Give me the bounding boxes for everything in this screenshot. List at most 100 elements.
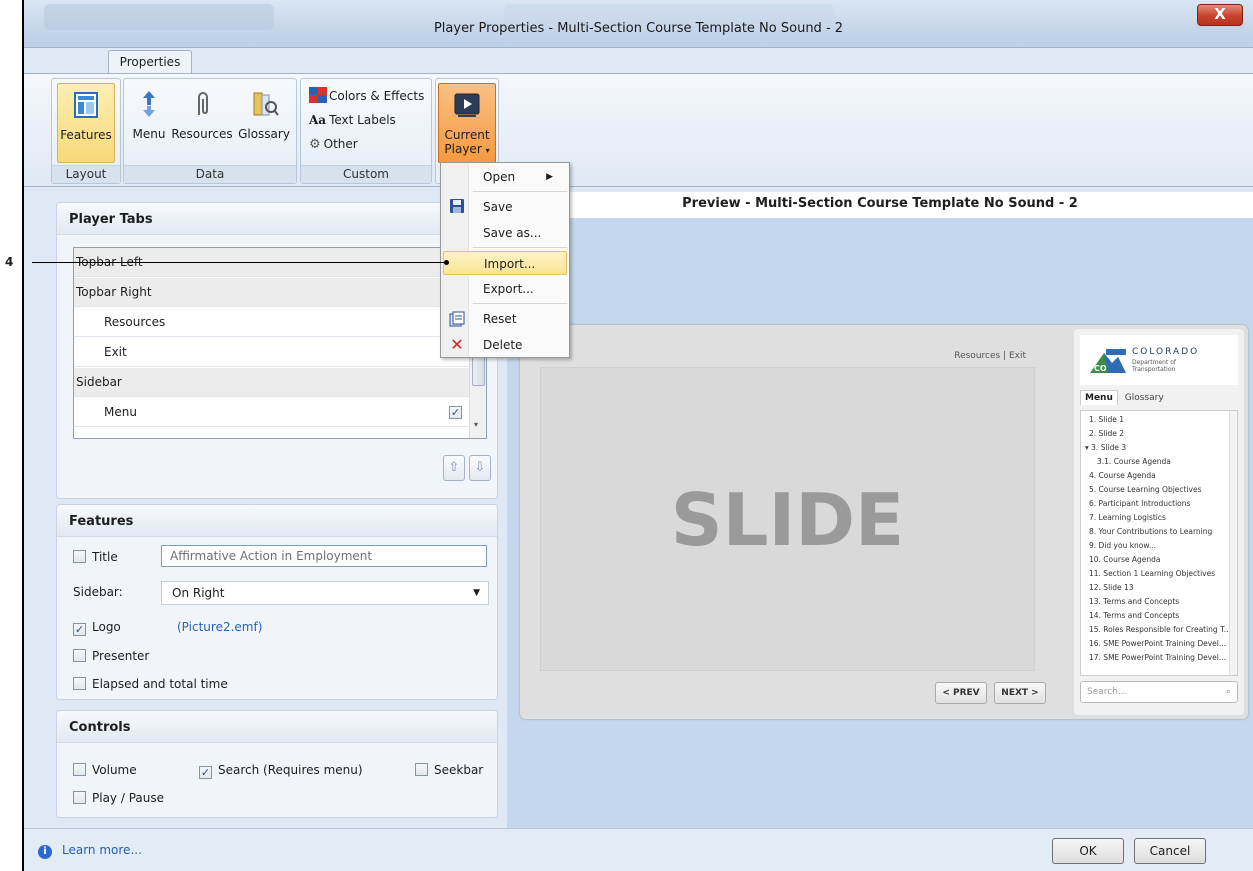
- list-item: 12. Slide 13: [1089, 583, 1134, 592]
- glossary-book-icon: [253, 92, 279, 116]
- logo: CO COLORADO Department of Transportation: [1080, 335, 1238, 385]
- title-checkbox[interactable]: [73, 550, 86, 563]
- menu-arrows-icon: [143, 91, 155, 117]
- play-pause-label: Play / Pause: [92, 791, 164, 805]
- other-button[interactable]: ⚙ Other: [309, 137, 358, 152]
- text-labels-label: Text Labels: [329, 113, 396, 127]
- list-item: 7. Learning Logistics: [1089, 513, 1166, 522]
- seekbar-checkbox-row[interactable]: Seekbar: [415, 763, 483, 777]
- search-checkbox[interactable]: ✓: [199, 766, 212, 779]
- player-preview: Resources | Exit SLIDE < PREV NEXT > CO …: [520, 325, 1248, 719]
- features-button[interactable]: Features: [57, 83, 115, 163]
- features-title: Features: [57, 505, 497, 537]
- play-pause-checkbox-row[interactable]: Play / Pause: [73, 791, 164, 805]
- title-field[interactable]: Affirmative Action in Employment: [161, 545, 487, 567]
- title-label: Title: [92, 550, 118, 564]
- colors-effects-label: Colors & Effects: [329, 89, 425, 103]
- other-label: Other: [323, 137, 358, 151]
- menu-item-reset[interactable]: Reset: [443, 307, 567, 331]
- current-player-label-2: Player ▾: [444, 142, 490, 156]
- list-item: 13. Terms and Concepts: [1089, 597, 1180, 606]
- current-player-menu: Open ▶ Save Save as... Import... Export.…: [440, 162, 570, 358]
- presenter-checkbox-row[interactable]: Presenter: [73, 649, 149, 663]
- glossary-button[interactable]: Glossary: [234, 83, 294, 163]
- search-checkbox-row[interactable]: ✓ Search (Requires menu): [199, 763, 363, 779]
- logo-title: COLORADO: [1132, 347, 1200, 357]
- list-item[interactable]: Resources: [74, 308, 470, 337]
- ribbon-group-data: Menu Resources Glossary Data: [123, 78, 297, 184]
- list-item[interactable]: Sidebar: [74, 368, 470, 397]
- list-item: 10. Course Agenda: [1089, 555, 1161, 564]
- menu-item-save-as[interactable]: Save as...: [443, 221, 567, 245]
- player-menu-tabs: Menu Glossary: [1080, 390, 1168, 405]
- search-label: Search (Requires menu): [218, 763, 363, 777]
- list-item[interactable]: Menu ✓: [74, 398, 470, 427]
- elapsed-checkbox[interactable]: [73, 677, 86, 690]
- menu-item-import[interactable]: Import...: [443, 251, 567, 275]
- presenter-checkbox[interactable]: [73, 649, 86, 662]
- colors-effects-button[interactable]: Colors & Effects: [309, 87, 424, 103]
- elapsed-checkbox-row[interactable]: Elapsed and total time: [73, 677, 228, 691]
- seekbar-label: Seekbar: [434, 763, 484, 777]
- slide-placeholder-text: SLIDE: [670, 478, 905, 562]
- menu-item-open[interactable]: Open ▶: [443, 165, 567, 189]
- menu-item-delete[interactable]: ✕ Delete: [443, 333, 567, 357]
- player-tabs-list[interactable]: Topbar Left Topbar Right Resources Exit …: [73, 247, 487, 439]
- logo-subtitle: Department of Transportation: [1132, 359, 1176, 373]
- controls-title: Controls: [57, 711, 497, 743]
- menu-separator: [473, 247, 567, 248]
- player-sidebar: CO COLORADO Department of Transportation …: [1074, 329, 1244, 715]
- list-item: 16. SME PowerPoint Training Devel...: [1089, 639, 1227, 648]
- logo-checkbox[interactable]: ✓: [73, 623, 86, 636]
- player-menu-scrollbar: [1229, 411, 1237, 675]
- prev-button: < PREV: [935, 682, 987, 704]
- cancel-button[interactable]: Cancel: [1134, 838, 1206, 864]
- seekbar-checkbox[interactable]: [415, 763, 428, 776]
- search-icon: ⌕: [1225, 687, 1231, 697]
- logo-file-link[interactable]: (Picture2.emf): [177, 620, 262, 634]
- menu-item-save[interactable]: Save: [443, 195, 567, 219]
- menu-checkbox[interactable]: ✓: [449, 406, 462, 419]
- menu-button[interactable]: Menu: [126, 83, 172, 163]
- features-label: Features: [60, 128, 112, 142]
- properties-window: Player Properties - Multi-Section Course…: [24, 0, 1253, 871]
- list-item: ▾ 3. Slide 3: [1085, 443, 1127, 452]
- list-item: 2. Slide 2: [1089, 429, 1124, 438]
- list-item: 3.1. Course Agenda: [1097, 457, 1171, 466]
- menu-item-export[interactable]: Export...: [443, 277, 567, 301]
- info-icon: i: [38, 845, 52, 859]
- menu-separator: [473, 191, 567, 192]
- play-pause-checkbox[interactable]: [73, 791, 86, 804]
- scroll-down-icon[interactable]: ▾: [474, 420, 478, 429]
- callout-number: 4: [5, 255, 14, 269]
- window-title: Player Properties - Multi-Section Course…: [433, 21, 844, 36]
- current-player-button[interactable]: Current Player ▾: [438, 83, 496, 163]
- svg-text:CO: CO: [1094, 364, 1107, 373]
- player-tabs-title: Player Tabs: [57, 203, 497, 235]
- logo-label: Logo: [92, 620, 121, 634]
- sidebar-select-value: On Right: [172, 586, 225, 600]
- list-item[interactable]: Topbar Right: [74, 278, 470, 307]
- logo-checkbox-row[interactable]: ✓ Logo: [73, 620, 121, 636]
- ribbon: Features Layout Menu Resources Glossary …: [24, 73, 1253, 187]
- callout-line: [32, 262, 448, 263]
- title-checkbox-row[interactable]: Title: [73, 550, 118, 564]
- volume-checkbox-row[interactable]: Volume: [73, 763, 137, 777]
- list-item: 9. Did you know...: [1089, 541, 1156, 550]
- ok-button[interactable]: OK: [1052, 838, 1124, 864]
- move-down-button[interactable]: ⇩: [469, 455, 491, 481]
- slide-area: SLIDE: [540, 367, 1035, 671]
- move-up-button[interactable]: ⇧: [443, 455, 465, 481]
- volume-checkbox[interactable]: [73, 763, 86, 776]
- learn-more-link[interactable]: i Learn more...: [38, 843, 142, 859]
- features-section: Features Title Affirmative Action in Emp…: [56, 504, 498, 700]
- sidebar-select[interactable]: On Right ▼: [161, 581, 489, 605]
- arrow-down-icon: ⇩: [474, 460, 486, 475]
- delete-x-icon: ✕: [450, 335, 464, 354]
- text-labels-button[interactable]: Aa Text Labels: [309, 113, 396, 127]
- tab-properties[interactable]: Properties: [108, 50, 192, 75]
- resources-button[interactable]: Resources: [170, 83, 234, 163]
- close-button[interactable]: X: [1197, 4, 1243, 26]
- list-item[interactable]: Exit: [74, 338, 470, 367]
- player-tabs-section: Player Tabs Topbar Left Topbar Right Res…: [56, 202, 498, 499]
